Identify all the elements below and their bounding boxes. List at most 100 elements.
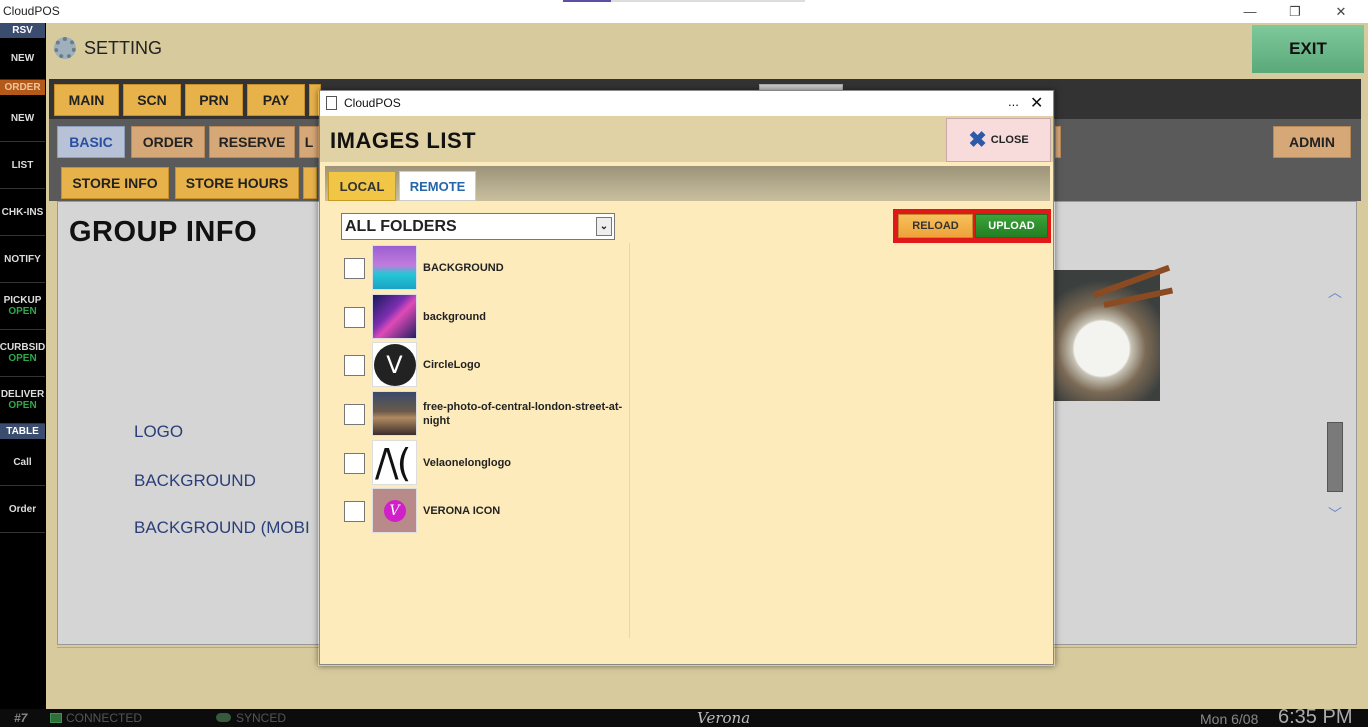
folder-select-value: ALL FOLDERS bbox=[345, 218, 457, 235]
verona-icon: V bbox=[383, 499, 406, 522]
pickup-status: OPEN bbox=[8, 306, 37, 317]
dialog-header: IMAGES LIST ✖ CLOSE bbox=[320, 116, 1053, 162]
exit-button[interactable]: EXIT bbox=[1252, 25, 1364, 73]
sidebar-order-new-label: NEW bbox=[10, 112, 35, 124]
sidebar-curbside[interactable]: CURBSID OPEN bbox=[0, 330, 45, 377]
list-item[interactable]: background bbox=[343, 294, 633, 340]
image-thumbnail bbox=[372, 391, 417, 436]
sidebar-table-order[interactable]: Order bbox=[0, 486, 45, 533]
sidebar-order-list-label: LIST bbox=[11, 159, 34, 171]
cloud-icon bbox=[216, 713, 231, 722]
rsv-header: RSV bbox=[0, 23, 45, 38]
dialog-window-close-button[interactable]: ✕ bbox=[1030, 93, 1043, 113]
sidebar-table-call-label: Call bbox=[13, 456, 32, 468]
tab-remote[interactable]: REMOTE bbox=[399, 171, 476, 201]
tab-admin[interactable]: ADMIN bbox=[1273, 126, 1351, 158]
image-name: CircleLogo bbox=[423, 359, 481, 371]
tab-prn[interactable]: PRN bbox=[185, 84, 243, 116]
upload-button[interactable]: UPLOAD bbox=[975, 214, 1048, 238]
sidebar-delivery[interactable]: DELIVER OPEN bbox=[0, 377, 45, 424]
sidebar-delivery-label: DELIVER bbox=[0, 389, 45, 400]
sidebar-table-call[interactable]: Call bbox=[0, 439, 45, 486]
folder-select[interactable]: ALL FOLDERS ⌄ bbox=[341, 213, 615, 240]
close-button-label: CLOSE bbox=[990, 134, 1029, 146]
close-button[interactable]: ✖ CLOSE bbox=[946, 118, 1051, 162]
status-time: 6:35 PM bbox=[1278, 706, 1353, 727]
sidebar-pickup[interactable]: PICKUP OPEN bbox=[0, 283, 45, 330]
taskbar-accent bbox=[563, 0, 611, 2]
scroll-thumb[interactable] bbox=[1327, 422, 1343, 492]
sidebar-curbside-label: CURBSID bbox=[0, 342, 45, 353]
os-close-button[interactable]: ✕ bbox=[1318, 0, 1364, 23]
sidebar-order-list[interactable]: LIST bbox=[0, 142, 45, 189]
list-item[interactable]: free-photo-of-central-london-street-at-n… bbox=[343, 391, 633, 437]
image-checkbox[interactable] bbox=[344, 355, 365, 376]
tab-hidden-3[interactable] bbox=[303, 167, 317, 199]
image-thumbnail: V bbox=[372, 342, 417, 387]
list-item[interactable]: V VERONA ICON bbox=[343, 488, 633, 534]
chevron-down-icon[interactable]: ⌄ bbox=[596, 217, 612, 236]
dialog-menu-button[interactable]: ... bbox=[1008, 94, 1019, 109]
images-list-dialog: CloudPOS ... ✕ IMAGES LIST ✖ CLOSE LOCAL… bbox=[319, 90, 1054, 665]
tab-local[interactable]: LOCAL bbox=[328, 171, 396, 201]
close-x-icon: ✖ bbox=[968, 127, 987, 152]
sidebar-rsv-new-label: NEW bbox=[10, 53, 35, 64]
taskbar-accent-secondary bbox=[611, 0, 805, 2]
tab-basic[interactable]: BASIC bbox=[57, 126, 125, 158]
table-header: TABLE bbox=[0, 424, 45, 439]
sidebar-notify[interactable]: NOTIFY bbox=[0, 236, 45, 283]
tab-store-info[interactable]: STORE INFO bbox=[61, 167, 169, 199]
sidebar-rsv-new[interactable]: NEW bbox=[0, 38, 45, 80]
image-name: VERONA ICON bbox=[423, 505, 501, 517]
order-header: ORDER bbox=[0, 80, 45, 95]
tab-hidden-2[interactable] bbox=[1055, 126, 1061, 158]
dialog-titlebar: CloudPOS ... ✕ bbox=[320, 91, 1053, 116]
list-item[interactable]: /\( Velaonelonglogo bbox=[343, 440, 633, 486]
os-titlebar: CloudPOS — ❐ ✕ bbox=[0, 0, 1368, 23]
delivery-status: OPEN bbox=[8, 400, 37, 411]
image-name: free-photo-of-central-london-street-at-n… bbox=[423, 401, 623, 427]
dialog-title: IMAGES LIST bbox=[330, 128, 477, 153]
brand-logo: Verona bbox=[697, 709, 751, 727]
restore-button[interactable]: ❐ bbox=[1272, 0, 1318, 23]
dialog-window-title: CloudPOS bbox=[344, 96, 401, 110]
image-checkbox[interactable] bbox=[344, 307, 365, 328]
image-thumbnail: V bbox=[372, 488, 417, 533]
tab-main[interactable]: MAIN bbox=[54, 84, 119, 116]
list-item[interactable]: BACKGROUND bbox=[343, 245, 633, 291]
list-item[interactable]: V CircleLogo bbox=[343, 342, 633, 388]
scroll-down-icon[interactable]: ﹀ bbox=[1326, 504, 1344, 522]
image-checkbox[interactable] bbox=[344, 404, 365, 425]
left-sidebar: RSV NEW ORDER NEW LIST CHK-INS NOTIFY PI… bbox=[0, 23, 45, 709]
image-thumbnail: /\( bbox=[372, 440, 417, 485]
sidebar-checkins-label: CHK-INS bbox=[1, 206, 44, 218]
tab-reserve[interactable]: RESERVE bbox=[209, 126, 295, 158]
content-scrollbar[interactable]: ︿ ﹀ bbox=[1326, 270, 1344, 534]
gear-icon bbox=[54, 37, 76, 59]
reload-button[interactable]: RELOAD bbox=[898, 214, 973, 238]
document-icon bbox=[326, 96, 337, 110]
sidebar-order-new[interactable]: NEW bbox=[0, 95, 45, 142]
logo-label[interactable]: LOGO bbox=[134, 422, 183, 442]
sidebar-checkins[interactable]: CHK-INS bbox=[0, 189, 45, 236]
source-tabbar: LOCAL REMOTE bbox=[325, 166, 1050, 201]
image-checkbox[interactable] bbox=[344, 501, 365, 522]
tab-pay[interactable]: PAY bbox=[247, 84, 305, 116]
image-checkbox[interactable] bbox=[344, 258, 365, 279]
connected-icon bbox=[50, 713, 62, 723]
image-checkbox[interactable] bbox=[344, 453, 365, 474]
background-mobile-label[interactable]: BACKGROUND (MOBI bbox=[134, 518, 310, 538]
scroll-up-icon[interactable]: ︿ bbox=[1326, 282, 1344, 300]
tab-l[interactable]: L bbox=[299, 126, 319, 158]
minimize-button[interactable]: — bbox=[1227, 0, 1273, 23]
image-name: BACKGROUND bbox=[423, 262, 504, 274]
background-label[interactable]: BACKGROUND bbox=[134, 471, 256, 491]
image-name: Velaonelonglogo bbox=[423, 457, 512, 469]
sidebar-table-order-label: Order bbox=[8, 503, 37, 515]
sync-status: SYNCED bbox=[236, 711, 287, 725]
app-header: SETTING EXIT bbox=[46, 23, 1368, 75]
tab-scn[interactable]: SCN bbox=[123, 84, 181, 116]
terminal-number: #7 bbox=[14, 711, 28, 725]
tab-order[interactable]: ORDER bbox=[131, 126, 205, 158]
tab-store-hours[interactable]: STORE HOURS bbox=[175, 167, 299, 199]
